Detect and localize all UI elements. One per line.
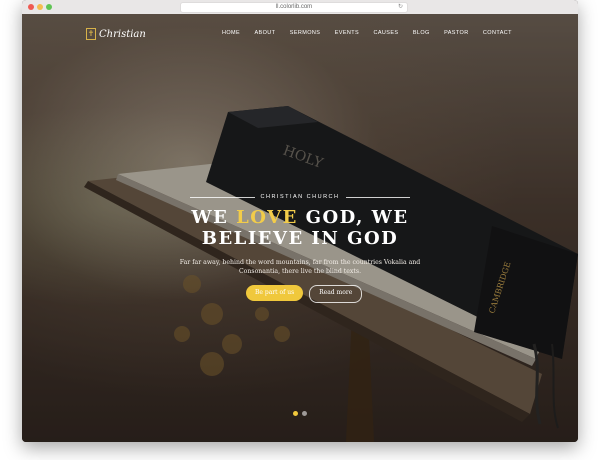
browser-toolbar: ll.colorlib.com ↻ — [22, 0, 578, 15]
carousel-dots — [293, 411, 307, 416]
reload-icon[interactable]: ↻ — [398, 3, 403, 12]
hero-kicker: CHRISTIAN CHURCH — [190, 192, 410, 202]
address-bar[interactable]: ll.colorlib.com ↻ — [180, 2, 408, 13]
main-navigation: HOME ABOUT SERMONS EVENTS CAUSES BLOG PA… — [222, 30, 512, 36]
hero-buttons: Be part of us Read more — [246, 285, 363, 303]
minimize-window-button[interactable] — [37, 4, 43, 10]
nav-blog[interactable]: BLOG — [413, 30, 430, 36]
hero-headline: WE LOVE GOD, WE BELIEVE IN GOD — [152, 207, 448, 249]
nav-contact[interactable]: CONTACT — [483, 30, 512, 36]
logo-text: Christian — [99, 28, 146, 40]
headline-part2: GOD, WE — [297, 207, 409, 228]
nav-sermons[interactable]: SERMONS — [290, 30, 321, 36]
carousel-dot-2[interactable] — [302, 411, 307, 416]
nav-events[interactable]: EVENTS — [335, 30, 359, 36]
kicker-text: CHRISTIAN CHURCH — [260, 194, 340, 200]
divider — [345, 196, 410, 198]
hero-subtext: Far far away, behind the word mountains,… — [179, 259, 421, 275]
site-logo[interactable]: ✝ Christian — [86, 26, 146, 42]
nav-about[interactable]: ABOUT — [254, 30, 275, 36]
nav-home[interactable]: HOME — [222, 30, 240, 36]
divider — [190, 196, 255, 198]
hero-section: CAMBRIDGE HOLY ✝ Christian HOME ABOUT SE… — [22, 14, 578, 442]
close-window-button[interactable] — [28, 4, 34, 10]
headline-part1: WE — [191, 207, 237, 228]
read-more-button[interactable]: Read more — [309, 285, 363, 303]
nav-causes[interactable]: CAUSES — [373, 30, 398, 36]
address-text: ll.colorlib.com — [275, 4, 313, 10]
be-part-of-us-button[interactable]: Be part of us — [246, 285, 304, 301]
headline-line2: BELIEVE IN GOD — [201, 228, 399, 249]
headline-highlight: LOVE — [236, 207, 298, 228]
browser-window: ll.colorlib.com ↻ CAMBRIDGE HOLY ✝ Chris… — [22, 0, 578, 442]
cross-icon: ✝ — [86, 28, 96, 40]
carousel-dot-1[interactable] — [293, 411, 298, 416]
zoom-window-button[interactable] — [46, 4, 52, 10]
nav-pastor[interactable]: PASTOR — [444, 30, 469, 36]
